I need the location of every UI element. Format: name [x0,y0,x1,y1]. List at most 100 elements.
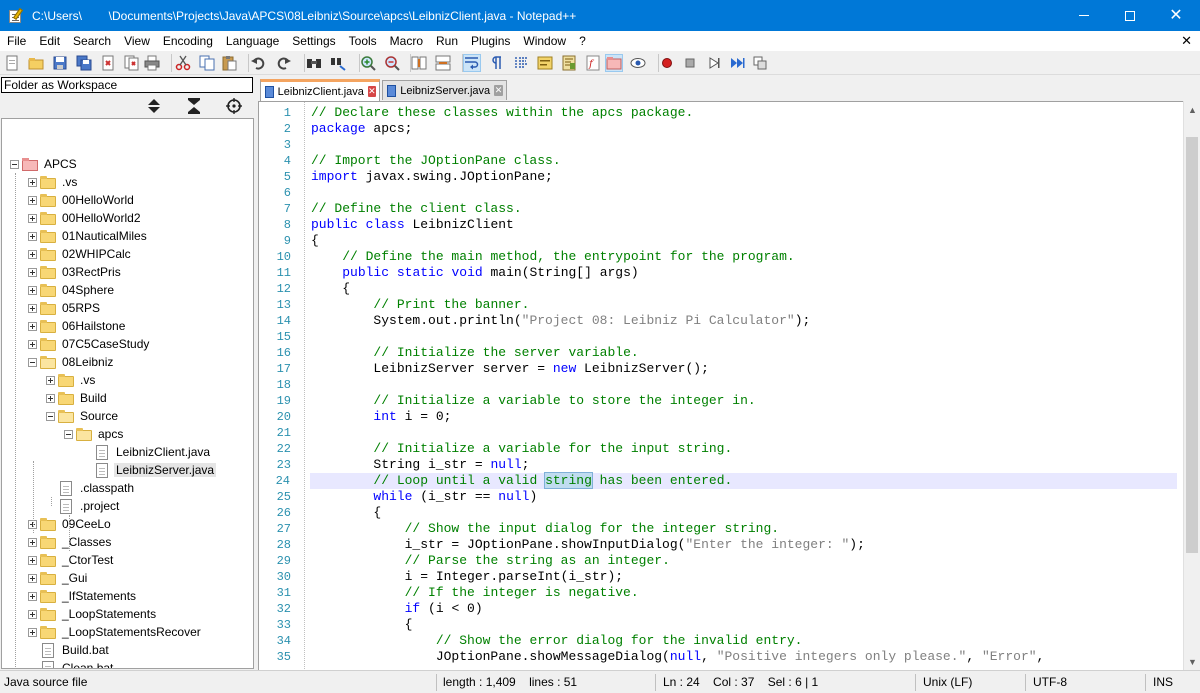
menu-language[interactable]: Language [219,31,285,51]
code-line[interactable]: 23 String i_str = null; [277,457,1177,473]
menu-help[interactable]: ? [572,31,592,51]
tree-item-folder[interactable]: _IfStatements [28,587,138,605]
tree-item-file[interactable]: Build.bat [28,641,111,659]
menu-tools[interactable]: Tools [342,31,383,51]
expand-toggle-icon[interactable] [28,591,37,601]
expand-toggle-icon[interactable] [28,195,37,205]
code-line[interactable]: 14 System.out.println("Project 08: Leibn… [277,313,1177,329]
code-line[interactable]: 28 i_str = JOptionPane.showInputDialog("… [277,537,1177,553]
expand-toggle-icon[interactable] [28,573,37,583]
expand-toggle-icon[interactable] [28,213,37,223]
tree-item-project[interactable]: APCS [10,155,79,173]
show-all-chars-icon[interactable] [488,54,506,72]
tree-item-folder[interactable]: .vs [28,173,79,191]
record-macro-icon[interactable] [658,54,676,72]
expand-toggle-icon[interactable] [28,537,37,547]
word-wrap-icon[interactable] [463,54,481,72]
code-line[interactable]: 34 // Show the error dialog for the inva… [277,633,1177,649]
paste-icon[interactable] [220,54,238,72]
code-text[interactable]: 1 // Declare these classes within the apc… [276,105,1177,665]
tree-item-folder[interactable]: 00HelloWorld [28,191,136,209]
close-all-icon[interactable] [123,54,141,72]
print-icon[interactable] [143,54,161,72]
close-document-icon[interactable]: ✕ [1181,33,1192,49]
current-code-line[interactable]: 24 // Loop until a valid string has been… [276,472,1177,489]
code-line[interactable]: 12 { [277,281,1177,297]
sync-vertical-icon[interactable] [410,54,428,72]
expand-toggle-icon[interactable] [28,267,37,277]
tree-item-file[interactable]: Clean.bat [28,659,115,668]
tree-item-folder[interactable]: Source [46,407,120,425]
tree-item-folder[interactable]: 08Leibniz [28,353,115,371]
tree-item-folder[interactable]: _LoopStatements [28,605,158,623]
expand-toggle-icon[interactable] [28,177,37,187]
code-line[interactable]: 2 package apcs; [284,121,1177,137]
code-line[interactable]: 15 [277,329,1177,345]
undo-icon[interactable] [249,54,267,72]
expand-toggle-icon[interactable] [46,375,55,385]
code-line[interactable]: 6 [284,185,1177,201]
tree-item-folder[interactable]: _Classes [28,533,113,551]
menu-encoding[interactable]: Encoding [156,31,219,51]
menu-file[interactable]: File [0,31,32,51]
tree-item-folder[interactable]: 03RectPris [28,263,123,281]
close-window-button[interactable]: ✕ [1153,0,1199,31]
tree-item-folder[interactable]: 07C5CaseStudy [28,335,151,353]
expand-toggle-icon[interactable] [28,627,37,637]
stop-macro-icon[interactable] [681,54,699,72]
code-line[interactable]: 30 i = Integer.parseInt(i_str); [277,569,1177,585]
scroll-up-icon[interactable]: ▲ [1184,101,1200,118]
find-icon[interactable] [305,54,323,72]
tree-item-file[interactable]: .project [46,497,121,515]
status-insert-mode[interactable]: INS [1153,671,1173,693]
menu-view[interactable]: View [117,31,156,51]
collapse-toggle-icon[interactable] [46,411,55,421]
tab-leibnizclient[interactable]: LeibnizClient.java ✕ [260,79,380,101]
code-line[interactable]: 3 [284,137,1177,153]
sync-horizontal-icon[interactable] [434,54,452,72]
code-line[interactable]: 21 [277,425,1177,441]
tree-item-file[interactable]: .classpath [46,479,136,497]
tree-item-folder[interactable]: Build [46,389,109,407]
redo-icon[interactable] [275,54,293,72]
close-icon[interactable] [99,54,117,72]
code-line[interactable]: 10 // Define the main method, the entryp… [277,249,1177,265]
expand-toggle-icon[interactable] [28,339,37,349]
new-icon[interactable] [3,54,21,72]
vertical-scrollbar[interactable]: ▲ ▼ [1183,101,1200,670]
cut-icon[interactable] [174,54,192,72]
folder-as-workspace-icon[interactable] [605,54,623,72]
collapse-toggle-icon[interactable] [28,357,37,367]
code-line[interactable]: 35 JOptionPane.showMessageDialog(null, "… [277,649,1177,665]
function-list-icon[interactable]: f [584,54,602,72]
code-line[interactable]: 17 LeibnizServer server = new LeibnizSer… [277,361,1177,377]
tree-item-folder[interactable]: 02WHIPCalc [28,245,133,263]
tree-item-folder[interactable]: 05RPS [28,299,102,317]
code-line[interactable]: 22 // Initialize a variable for the inpu… [277,441,1177,457]
collapse-toggle-icon[interactable] [64,429,73,439]
code-line[interactable]: 4 // Import the JOptionPane class. [284,153,1177,169]
code-line[interactable]: 31 // If the integer is negative. [277,585,1177,601]
tree-item-folder[interactable]: 00HelloWorld2 [28,209,143,227]
monitoring-icon[interactable] [629,54,647,72]
tree-item-folder[interactable]: apcs [64,425,125,443]
tree-item-folder[interactable]: _Gui [28,569,89,587]
code-line[interactable]: 20 int i = 0; [277,409,1177,425]
tree-item-folder[interactable]: _CtorTest [28,551,115,569]
code-line[interactable]: 32 if (i < 0) [277,601,1177,617]
code-line[interactable]: 33 { [277,617,1177,633]
code-line[interactable]: 25 while (i_str == null) [277,489,1177,505]
run-macro-multiple-icon[interactable] [729,54,747,72]
save-all-icon[interactable] [75,54,93,72]
code-line[interactable]: 13 // Print the banner. [277,297,1177,313]
menu-settings[interactable]: Settings [285,31,341,51]
code-line[interactable]: 9{ [284,233,1177,249]
tree-item-folder[interactable]: 04Sphere [28,281,116,299]
menu-search[interactable]: Search [66,31,117,51]
code-line[interactable]: 26 { [277,505,1177,521]
tab-close-icon[interactable]: ✕ [494,85,503,96]
tree-item-folder[interactable]: _LoopStatementsRecover [28,623,203,641]
expand-toggle-icon[interactable] [28,231,37,241]
status-eol[interactable]: Unix (LF) [923,671,972,693]
expand-toggle-icon[interactable] [28,609,37,619]
